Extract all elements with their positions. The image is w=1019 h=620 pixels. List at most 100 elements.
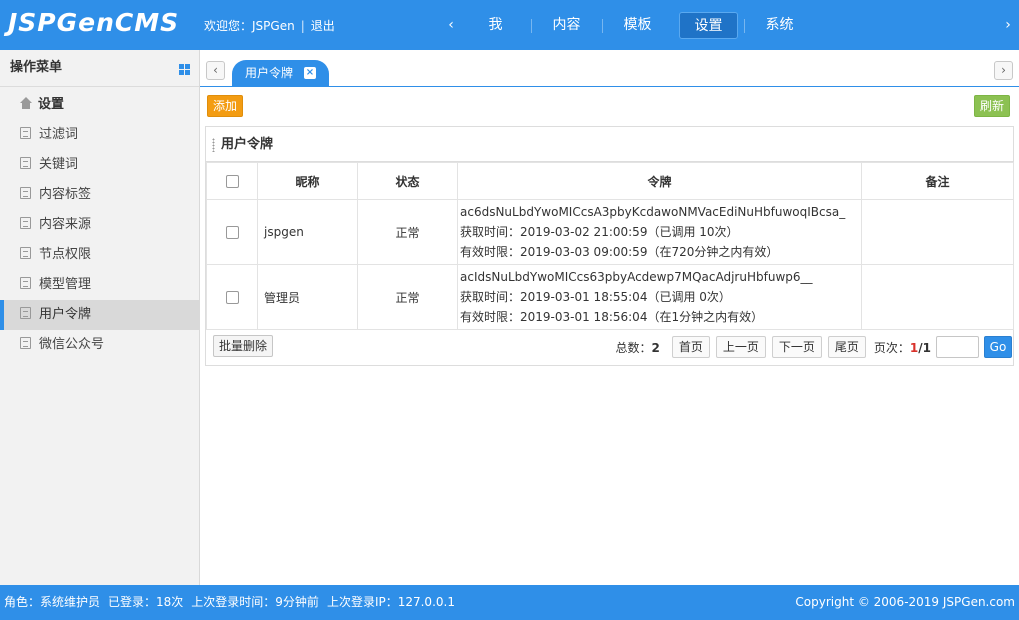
bulk-delete-button[interactable]: 批量删除 xyxy=(213,335,273,357)
sidebar-item-label: 节点权限 xyxy=(39,247,92,262)
document-icon xyxy=(20,337,31,349)
row-select-cell xyxy=(206,264,258,330)
select-all-checkbox[interactable] xyxy=(225,175,239,188)
sidebar-item-label: 内容标签 xyxy=(39,187,92,202)
table-row: 管理员 正常 acIdsNuLbdYwoMICcs63pbyAcdewp7MQa… xyxy=(206,264,1014,330)
fetch-time: 获取时间：2019-03-02 21:00:59（已调用 10次） xyxy=(460,225,739,239)
role-text: 角色：系统维护员 xyxy=(4,595,101,609)
table-header-row: 昵称 状态 令牌 备注 xyxy=(206,162,1014,200)
document-icon xyxy=(20,247,31,259)
welcome-bar: 欢迎您：JSPGen | 退出 xyxy=(204,17,335,34)
select-all-cell xyxy=(206,162,258,200)
logo: JSPGenCMS xyxy=(8,8,180,37)
nav-item-settings[interactable]: 设置 xyxy=(679,12,738,39)
logout-link[interactable]: 退出 xyxy=(311,19,335,33)
grid-icon[interactable] xyxy=(179,64,190,75)
fetch-time: 获取时间：2019-03-01 18:55:04（已调用 0次） xyxy=(460,290,731,304)
last-login-time: 上次登录时间：9分钟前 xyxy=(191,595,319,609)
row-checkbox[interactable] xyxy=(225,291,239,304)
top-header: JSPGenCMS 欢迎您：JSPGen | 退出 ‹ 我 内容 模板 设置 系统 … xyxy=(0,0,1019,50)
login-count: 已登录：18次 xyxy=(108,595,184,609)
nav-next-icon[interactable]: › xyxy=(998,13,1018,37)
add-button[interactable]: 添加 xyxy=(207,95,243,117)
valid-time: 有效时限：2019-03-01 18:56:04（在1分钟之内有效） xyxy=(460,310,764,324)
document-icon xyxy=(20,217,31,229)
sidebar-item-label: 微信公众号 xyxy=(39,337,105,352)
page-indicator: 页次：1/1 xyxy=(873,340,931,355)
status-footer: 角色：系统维护员 已登录：18次 上次登录时间：9分钟前 上次登录IP：127.0.0… xyxy=(0,585,1019,620)
sidebar-item-model-management[interactable]: 模型管理 xyxy=(0,270,199,300)
token-cell: acIdsNuLbdYwoMICcs63pbyAcdewp7MQacAdjruH… xyxy=(457,264,862,330)
pager-row: 批量删除 总数：2 首页 上一页 下一页 尾页 页次：1/1 Go xyxy=(206,332,1013,365)
row-select-cell xyxy=(206,199,258,265)
valid-time: 有效时限：2019-03-03 09:00:59（在720分钟之内有效） xyxy=(460,245,779,259)
document-icon xyxy=(20,307,31,319)
panel-title: 用户令牌 xyxy=(206,127,1013,162)
token-panel: 用户令牌 昵称 状态 令牌 备注 jspgen 正常 ac6dsNuLbdYwo… xyxy=(205,126,1014,366)
close-icon[interactable]: × xyxy=(304,67,316,79)
table-row: jspgen 正常 ac6dsNuLbdYwoMICcsA3pbyKcdawoN… xyxy=(206,199,1014,265)
row-checkbox[interactable] xyxy=(225,226,239,239)
document-icon xyxy=(20,157,31,169)
page-jump-input[interactable] xyxy=(936,336,979,358)
sidebar: 操作菜单 设置 过滤词 关键词 内容标签 内容来源 节点权限 模型管理 用户令牌… xyxy=(0,50,200,585)
first-page-button[interactable]: 首页 xyxy=(671,336,710,358)
last-login-ip: 上次登录IP：127.0.0.1 xyxy=(326,595,455,609)
login-info: 角色：系统维护员 已登录：18次 上次登录时间：9分钟前 上次登录IP：127.0.0… xyxy=(4,585,463,620)
tab-next-icon[interactable]: › xyxy=(994,61,1013,80)
column-header-token: 令牌 xyxy=(457,162,862,200)
nav-item-template[interactable]: 模板 xyxy=(602,12,673,39)
token-value: acIdsNuLbdYwoMICcs63pbyAcdewp7MQacAdjruH… xyxy=(460,270,813,284)
sidebar-item-wechat[interactable]: 微信公众号 xyxy=(0,330,199,360)
sidebar-item-content-tags[interactable]: 内容标签 xyxy=(0,180,199,210)
pagination: 总数：2 首页 上一页 下一页 尾页 页次：1/1 Go xyxy=(615,335,1013,359)
token-cell: ac6dsNuLbdYwoMICcsA3pbyKcdawoNMVacEdiNuH… xyxy=(457,199,862,265)
sidebar-item-label: 设置 xyxy=(38,97,65,112)
document-icon xyxy=(20,277,31,289)
sidebar-item-content-sources[interactable]: 内容来源 xyxy=(0,210,199,240)
last-page-button[interactable]: 尾页 xyxy=(827,336,866,358)
welcome-text: 欢迎您：JSPGen xyxy=(204,19,295,33)
document-icon xyxy=(20,127,31,139)
sidebar-item-label: 模型管理 xyxy=(39,277,92,292)
document-icon xyxy=(20,187,31,199)
column-header-status: 状态 xyxy=(357,162,458,200)
tab-user-tokens[interactable]: 用户令牌 × xyxy=(232,60,329,87)
main-nav: 我 内容 模板 设置 系统 xyxy=(460,12,815,39)
go-button[interactable]: Go xyxy=(984,336,1012,358)
status-cell: 正常 xyxy=(357,199,458,265)
sidebar-item-label: 内容来源 xyxy=(39,217,92,232)
sidebar-title: 操作菜单 xyxy=(0,50,199,87)
nav-item-me[interactable]: 我 xyxy=(460,12,531,39)
sidebar-item-label: 用户令牌 xyxy=(39,307,92,322)
sidebar-item-node-permissions[interactable]: 节点权限 xyxy=(0,240,199,270)
note-cell xyxy=(861,264,1014,330)
sidebar-item-user-tokens[interactable]: 用户令牌 xyxy=(0,300,199,330)
nickname-cell: 管理员 xyxy=(257,264,358,330)
tab-label: 用户令牌 xyxy=(245,66,294,80)
note-cell xyxy=(861,199,1014,265)
refresh-button[interactable]: 刷新 xyxy=(974,95,1010,117)
sidebar-title-text: 操作菜单 xyxy=(10,60,63,75)
token-table: 昵称 状态 令牌 备注 jspgen 正常 ac6dsNuLbdYwoMICcs… xyxy=(206,162,1014,330)
nav-prev-icon[interactable]: ‹ xyxy=(441,13,461,37)
tab-prev-icon[interactable]: ‹ xyxy=(206,61,225,80)
total-count: 总数：2 xyxy=(615,340,660,355)
nav-item-system[interactable]: 系统 xyxy=(744,12,815,39)
next-page-button[interactable]: 下一页 xyxy=(771,336,822,358)
sidebar-item-label: 过滤词 xyxy=(39,127,79,142)
prev-page-button[interactable]: 上一页 xyxy=(715,336,766,358)
tab-bar: ‹ 用户令牌 × › xyxy=(200,50,1019,87)
home-icon xyxy=(20,97,32,109)
nav-item-content[interactable]: 内容 xyxy=(531,12,602,39)
token-value: ac6dsNuLbdYwoMICcsA3pbyKcdawoNMVacEdiNuH… xyxy=(460,205,846,219)
column-header-nickname: 昵称 xyxy=(257,162,358,200)
sidebar-item-settings[interactable]: 设置 xyxy=(0,90,199,120)
status-cell: 正常 xyxy=(357,264,458,330)
sidebar-item-keywords[interactable]: 关键词 xyxy=(0,150,199,180)
nickname-cell: jspgen xyxy=(257,199,358,265)
sidebar-item-filter-words[interactable]: 过滤词 xyxy=(0,120,199,150)
column-header-note: 备注 xyxy=(861,162,1014,200)
divider: | xyxy=(300,19,305,33)
copyright: Copyright © 2006-2019 JSPGen.com xyxy=(795,595,1015,609)
